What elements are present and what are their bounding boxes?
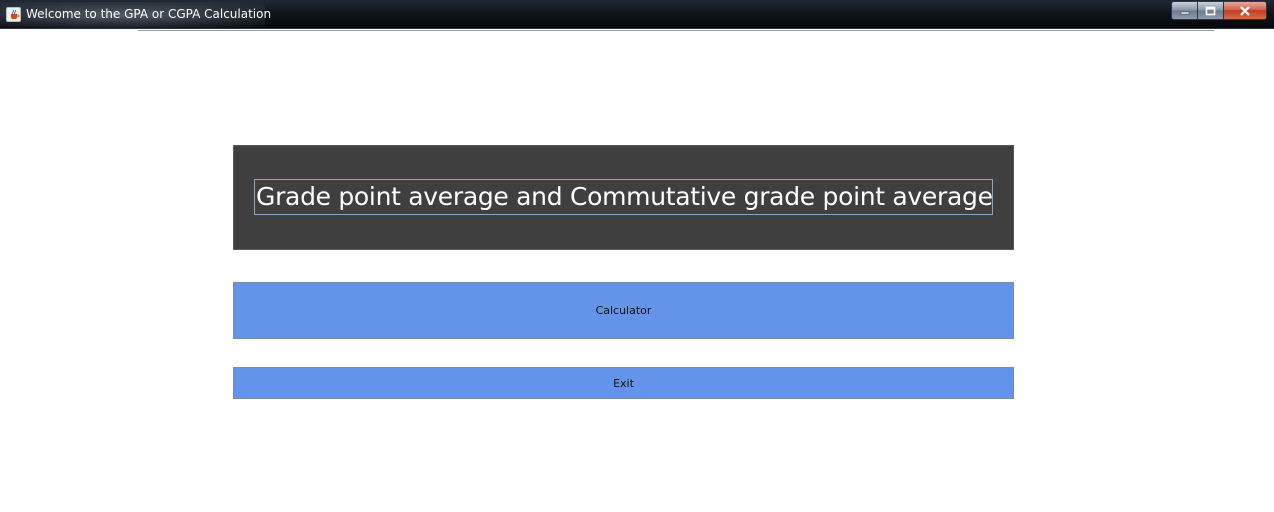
maximize-icon xyxy=(1205,6,1216,15)
calculator-button[interactable]: Calculator xyxy=(233,282,1014,339)
maximize-button[interactable] xyxy=(1197,1,1223,20)
window-controls xyxy=(1171,1,1267,21)
close-icon xyxy=(1240,5,1250,16)
java-coffee-cup-icon[interactable] xyxy=(6,7,21,22)
window-title: Welcome to the GPA or CGPA Calculation xyxy=(26,7,272,21)
exit-button[interactable]: Exit xyxy=(233,367,1014,399)
title-bar[interactable]: Welcome to the GPA or CGPA Calculation xyxy=(0,0,1274,29)
header-title: Grade point average and Commutative grad… xyxy=(254,179,993,215)
separator-line xyxy=(138,30,1214,31)
header-panel: Grade point average and Commutative grad… xyxy=(233,145,1014,250)
app-window: Welcome to the GPA or CGPA Calculation G… xyxy=(0,0,1274,512)
minimize-icon xyxy=(1180,11,1189,14)
close-button[interactable] xyxy=(1223,1,1267,20)
minimize-button[interactable] xyxy=(1171,1,1197,20)
